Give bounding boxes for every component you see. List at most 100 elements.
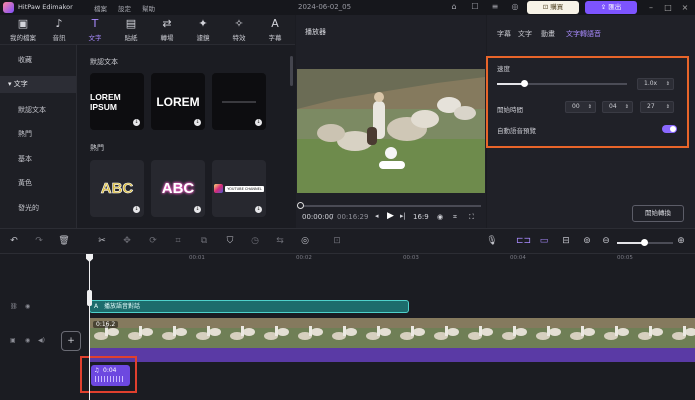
sidebar-item-hot[interactable]: 熱門: [0, 126, 77, 143]
buy-button[interactable]: ⊡ 購買: [527, 1, 579, 14]
download-icon[interactable]: ↓: [255, 119, 262, 126]
video-clip[interactable]: 0:16.2: [89, 318, 695, 348]
tab-text-to-speech[interactable]: 文字轉語音: [566, 29, 601, 39]
aspect-ratio-select[interactable]: 16:9: [413, 213, 429, 221]
export-button[interactable]: ⇪ 匯出: [585, 1, 637, 14]
ai-tool-icon[interactable]: ⊡: [331, 235, 343, 247]
snap-icon[interactable]: ⊏⊐: [516, 235, 531, 247]
start-time-minutes[interactable]: 04 ⇕: [602, 101, 633, 113]
ruler-tick: 00:02: [296, 255, 312, 261]
message-icon[interactable]: ☐: [470, 2, 480, 12]
track-lock-icon[interactable]: ▣: [10, 337, 16, 344]
track-visible-icon[interactable]: ◉: [25, 303, 30, 310]
snapshot-icon[interactable]: ◉: [437, 213, 443, 221]
text-template-card[interactable]: LOREM IPSUM ↓: [90, 73, 144, 130]
speed-value[interactable]: 1.0x ⇕: [637, 78, 674, 90]
crop-tool-icon[interactable]: ⌗: [172, 235, 184, 247]
undo-icon[interactable]: ↶: [8, 235, 20, 247]
sidebar-item-glow[interactable]: 發光的: [0, 200, 77, 217]
rotate-icon[interactable]: ⟳: [147, 235, 159, 247]
move-icon[interactable]: ✥: [121, 235, 133, 247]
sidebar-item-text[interactable]: ▾ 文字: [0, 76, 76, 93]
crop-icon[interactable]: ⌗: [453, 213, 457, 222]
speed-icon[interactable]: ◷: [249, 235, 261, 247]
tool-sticker[interactable]: ▤ 貼紙: [113, 15, 149, 45]
delete-icon[interactable]: 🗑: [58, 235, 70, 247]
download-icon[interactable]: ↓: [255, 206, 262, 213]
maximize-icon[interactable]: □: [661, 1, 675, 14]
start-time-seconds[interactable]: 27 ⇕: [640, 101, 674, 113]
menu-icon[interactable]: ≡: [490, 2, 500, 12]
text-template-card[interactable]: LOREM ↓: [151, 73, 205, 130]
tab-text[interactable]: 文字: [518, 29, 532, 39]
microphone-icon[interactable]: 🎙: [486, 235, 498, 247]
stepper-icon[interactable]: ⇕: [588, 102, 592, 112]
track-icon[interactable]: ⊟: [560, 235, 572, 247]
minimize-icon[interactable]: –: [644, 1, 658, 14]
download-icon[interactable]: ↓: [133, 119, 140, 126]
playhead-grip[interactable]: [87, 290, 92, 306]
card-preview-text: ABC: [100, 180, 134, 198]
add-media-button[interactable]: +: [61, 331, 81, 351]
tool-filter[interactable]: ✦ 濾鏡: [185, 15, 221, 45]
start-convert-button[interactable]: 開始轉換: [632, 205, 684, 222]
zoom-in-icon[interactable]: ⊕: [675, 235, 687, 247]
tool-text[interactable]: T 文字: [77, 15, 113, 45]
download-icon[interactable]: ↓: [133, 206, 140, 213]
redo-icon[interactable]: ↷: [33, 235, 45, 247]
link-icon[interactable]: ▭: [538, 235, 550, 247]
zoom-slider-handle[interactable]: [641, 239, 648, 246]
video-preview[interactable]: [297, 69, 485, 193]
track-visible-icon[interactable]: ◉: [25, 337, 30, 344]
screenshot-icon[interactable]: ◎: [299, 235, 311, 247]
tool-my-files[interactable]: ▣ 我的檔案: [5, 15, 41, 45]
sidebar-item-yellow[interactable]: 黃色: [0, 175, 77, 192]
audio-track[interactable]: [89, 348, 695, 362]
playback-handle[interactable]: [297, 202, 304, 209]
marker-icon[interactable]: ⛉: [224, 235, 236, 247]
menu-settings[interactable]: 設定: [118, 3, 131, 13]
play-icon[interactable]: ▶: [387, 211, 394, 221]
prev-frame-icon[interactable]: ◂: [375, 212, 379, 220]
text-template-card[interactable]: ABC ↓: [151, 160, 205, 217]
stepper-icon[interactable]: ⇕: [625, 102, 629, 112]
menu-file[interactable]: 檔案: [94, 3, 107, 13]
tool-transition[interactable]: ⇄ 轉場: [149, 15, 185, 45]
speed-slider-handle[interactable]: [521, 80, 528, 87]
playback-progress[interactable]: [300, 205, 481, 207]
download-icon[interactable]: ↓: [194, 206, 201, 213]
track-mute-icon[interactable]: ◀): [38, 337, 45, 344]
timeline-ruler[interactable]: [89, 254, 695, 266]
sidebar-item-basic[interactable]: 基本: [0, 151, 77, 168]
freeze-icon[interactable]: ⧉: [198, 235, 210, 247]
text-template-card[interactable]: ABC ↓: [90, 160, 144, 217]
menu-help[interactable]: 幫助: [142, 3, 155, 13]
sidebar-item-default-text[interactable]: 默認文本: [0, 102, 77, 119]
split-icon[interactable]: ✂: [96, 235, 108, 247]
text-clip[interactable]: A 播放語音對話: [89, 300, 409, 313]
tab-subtitles[interactable]: 字幕: [497, 29, 511, 39]
library-scrollbar[interactable]: [290, 56, 293, 86]
reverse-icon[interactable]: ⇆: [274, 235, 286, 247]
zoom-out-icon[interactable]: ⊖: [600, 235, 612, 247]
user-icon[interactable]: ◎: [510, 2, 520, 12]
gift-icon[interactable]: ⌂: [449, 2, 459, 12]
tool-audio[interactable]: ♪ 音訊: [41, 15, 77, 45]
stepper-icon[interactable]: ⇕: [666, 79, 670, 89]
start-time-hours[interactable]: 00 ⇕: [565, 101, 596, 113]
next-frame-icon[interactable]: ▸|: [400, 212, 406, 220]
playhead[interactable]: [89, 254, 90, 400]
close-icon[interactable]: ×: [678, 1, 692, 14]
track-lock-icon[interactable]: ⛓: [10, 303, 18, 310]
effects-icon: ✧: [234, 17, 244, 30]
text-template-card[interactable]: YOUTUBE CHANNEL ↓: [212, 160, 266, 217]
tool-subtitle[interactable]: A 字幕: [257, 15, 293, 45]
tab-animation[interactable]: 動畫: [541, 29, 555, 39]
download-icon[interactable]: ↓: [194, 119, 201, 126]
text-template-card[interactable]: ↓: [212, 73, 266, 130]
fullscreen-icon[interactable]: ⛶: [469, 213, 474, 222]
sidebar-item-favorites[interactable]: 收藏: [0, 52, 77, 69]
tool-effects[interactable]: ✧ 特效: [221, 15, 257, 45]
fit-icon[interactable]: ⊚: [581, 235, 593, 247]
stepper-icon[interactable]: ⇕: [666, 102, 670, 112]
